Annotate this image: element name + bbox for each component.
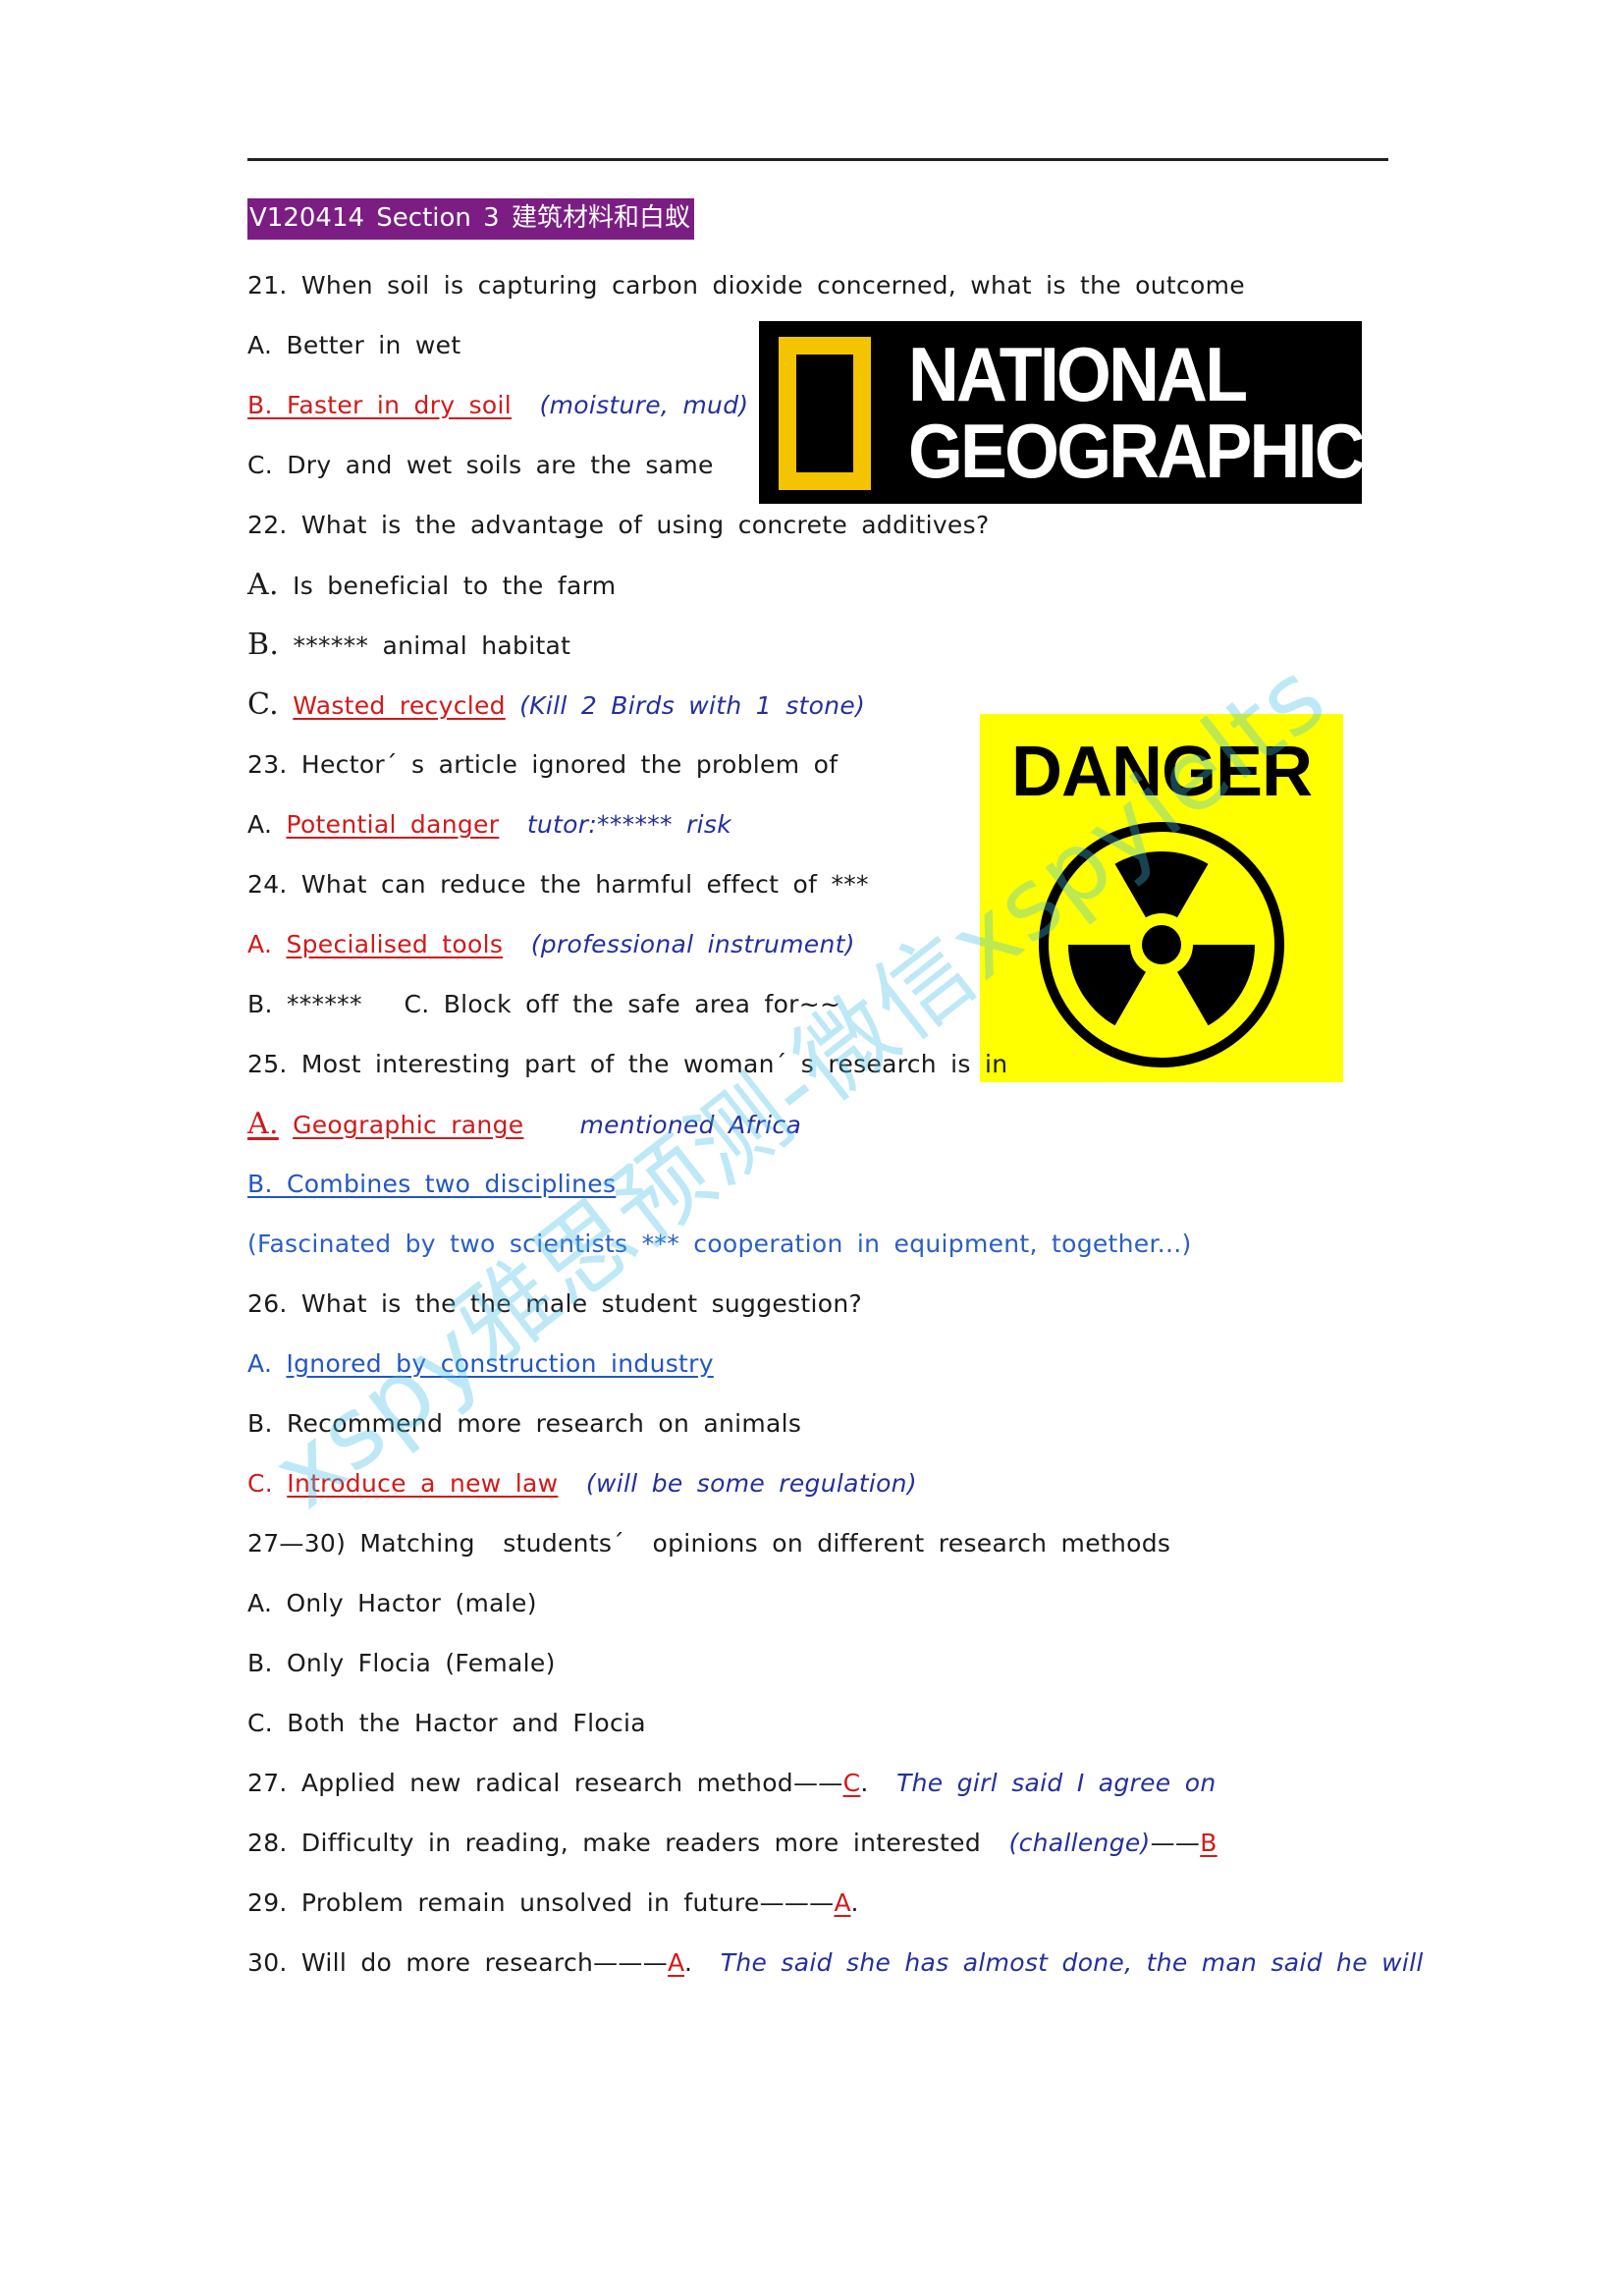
matching-title: 27—30) Matching students´ opinions on di…: [247, 1529, 1171, 1558]
section-header: V120414 Section 3 建筑材料和白蚁: [247, 198, 694, 240]
q24-options-bc: B. ****** C. Block off the safe area for…: [247, 990, 841, 1018]
q25-a-letter: A.: [247, 1107, 279, 1141]
q22-option-a: A. Is beneficial to the farm: [247, 569, 616, 603]
q30-text: 30. Will do more research———: [247, 1948, 669, 1977]
q24-note: (professional instrument): [530, 930, 855, 958]
q22-b-letter: B.: [247, 628, 280, 662]
matching-option-b: B. Only Flocia (Female): [247, 1649, 556, 1677]
question-21: 21. When soil is capturing carbon dioxid…: [247, 271, 1245, 300]
q22-a-text: Is beneficial to the farm: [293, 572, 617, 600]
top-rule: [247, 158, 1388, 161]
q26-a-letter: A.: [247, 1349, 273, 1378]
q22-note: (Kill 2 Birds with 1 stone): [519, 691, 866, 720]
q28-note: (challenge): [1008, 1829, 1151, 1857]
q21-option-b: B. Faster in dry soil (moisture, mud): [247, 389, 748, 422]
logo-text-line1: NATIONAL: [908, 331, 1248, 417]
q22-option-b: B. ****** animal habitat: [247, 629, 570, 663]
q29-text: 29. Problem remain unsolved in future———: [247, 1888, 835, 1917]
q28-answer: B: [1200, 1829, 1217, 1857]
question-30: 30. Will do more research———A. The said …: [247, 1946, 1424, 1980]
q22-answer: Wasted recycled: [293, 691, 506, 720]
q28-text: 28. Difficulty in reading, make readers …: [247, 1829, 982, 1857]
q28-dash: ——: [1150, 1829, 1201, 1857]
matching-option-c: C. Both the Hactor and Flocia: [247, 1709, 646, 1737]
q24-option-a: A. Specialised tools (professional instr…: [247, 928, 855, 961]
q27-answer: C: [842, 1769, 861, 1797]
q25-answer: Geographic range: [293, 1111, 524, 1139]
q26-c-letter: C.: [247, 1469, 274, 1498]
q22-c-letter: C.: [247, 687, 280, 722]
q22-b-text: ****** animal habitat: [293, 631, 571, 660]
question-24: 24. What can reduce the harmful effect o…: [247, 870, 869, 899]
q27-note: The girl said I agree on: [896, 1769, 1217, 1797]
yellow-frame-icon: [779, 337, 871, 490]
q23-a-letter: A.: [247, 810, 273, 839]
logo-text-line2: GEOGRAPHIC: [908, 408, 1366, 494]
q21-note: (moisture, mud): [539, 391, 749, 419]
q30-note: The said she has almost done, the man sa…: [720, 1948, 1424, 1977]
q21-option-a: A. Better in wet: [247, 331, 461, 359]
q29-end: .: [850, 1888, 859, 1917]
q29-answer: A: [834, 1888, 851, 1917]
question-27: 27. Applied new radical research method—…: [247, 1767, 1216, 1800]
national-geographic-logo: NATIONAL GEOGRAPHIC: [759, 321, 1366, 504]
q30-end: .: [684, 1948, 693, 1977]
q23-answer: Potential danger: [286, 810, 500, 839]
question-23: 23. Hector´ s article ignored the proble…: [247, 750, 839, 779]
q24-answer: Specialised tools: [286, 930, 504, 958]
q23-note: tutor:****** risk: [526, 810, 732, 839]
question-29: 29. Problem remain unsolved in future———…: [247, 1886, 859, 1920]
question-22: 22. What is the advantage of using concr…: [247, 511, 990, 539]
q21-answer: B. Faster in dry soil: [247, 391, 513, 419]
q24-a-letter: A.: [247, 930, 273, 958]
q21-option-c: C. Dry and wet soils are the same: [247, 451, 714, 479]
q25-b-note: (Fascinated by two scientists *** cooper…: [247, 1230, 1192, 1258]
matching-option-a: A. Only Hactor (male): [247, 1589, 537, 1617]
q22-a-letter: A.: [247, 568, 279, 602]
q27-end: .: [860, 1769, 869, 1797]
q26-note: (will be some regulation): [585, 1469, 917, 1498]
q22-option-c: C. Wasted recycled (Kill 2 Birds with 1 …: [247, 688, 865, 723]
q23-option-a: A. Potential danger tutor:****** risk: [247, 808, 731, 842]
q25-note-b: (Fascinated by two scientists *** cooper…: [247, 1228, 1192, 1261]
question-28: 28. Difficulty in reading, make readers …: [247, 1827, 1217, 1860]
q30-answer: A: [668, 1948, 684, 1977]
q27-text: 27. Applied new radical research method—…: [247, 1769, 843, 1797]
